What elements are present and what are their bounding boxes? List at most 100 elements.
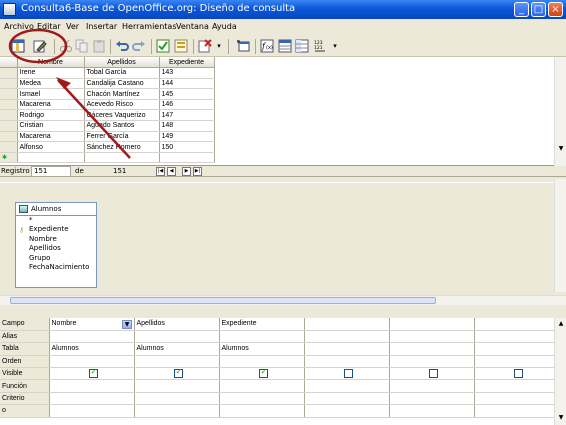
- copy-icon[interactable]: [75, 39, 89, 53]
- row-header[interactable]: [0, 131, 18, 143]
- table-cell[interactable]: 143: [159, 67, 215, 79]
- field-item[interactable]: ⚷ Expediente: [16, 225, 96, 234]
- criteria-cell[interactable]: [304, 392, 390, 406]
- criteria-cell[interactable]: [304, 318, 390, 331]
- table-name-icon[interactable]: [278, 39, 292, 53]
- table-cell[interactable]: Ferrer García: [84, 131, 160, 143]
- row-header[interactable]: [0, 120, 18, 132]
- criteria-cell[interactable]: [49, 404, 135, 418]
- column-header-expediente[interactable]: Expediente: [159, 57, 215, 69]
- criteria-cell[interactable]: Apellidos: [134, 318, 220, 331]
- criteria-cell[interactable]: [219, 355, 305, 369]
- criteria-cell[interactable]: [304, 342, 390, 356]
- criteria-cell[interactable]: [304, 379, 390, 393]
- criteria-vertical-scrollbar[interactable]: ▲ ▼: [554, 318, 566, 425]
- field-item[interactable]: Apellidos: [16, 244, 96, 253]
- toolbar-dropdown[interactable]: ▾: [215, 40, 223, 53]
- criteria-cell[interactable]: [134, 330, 220, 344]
- criteria-cell[interactable]: [134, 367, 220, 381]
- table-cell[interactable]: Irene: [17, 67, 85, 79]
- criteria-cell[interactable]: [49, 330, 135, 344]
- maximize-button[interactable]: □: [531, 2, 546, 17]
- criteria-cell[interactable]: [389, 367, 475, 381]
- criteria-cell[interactable]: [219, 404, 305, 418]
- scroll-up-button[interactable]: ▲: [556, 319, 566, 329]
- table-cell[interactable]: 146: [159, 99, 215, 111]
- table-row[interactable]: Rodrigo Cáceres Vaquerizo 147: [0, 109, 215, 122]
- campo-dropdown-button[interactable]: ▼: [122, 320, 132, 329]
- table-row[interactable]: Medea Candalija Castano 144: [0, 78, 215, 90]
- table-cell[interactable]: 150: [159, 141, 215, 153]
- field-item[interactable]: *: [16, 216, 96, 225]
- table-cell[interactable]: Acevedo Risco: [84, 99, 160, 111]
- table-cell[interactable]: Medea: [17, 78, 85, 90]
- table-cell[interactable]: 148: [159, 120, 215, 132]
- criteria-cell[interactable]: Alumnos: [49, 342, 135, 356]
- next-record-button[interactable]: ▶: [182, 167, 191, 176]
- table-cell[interactable]: Rodrigo: [17, 109, 85, 122]
- criteria-cell[interactable]: [474, 392, 560, 406]
- menu-ver[interactable]: Ver: [66, 22, 79, 31]
- distinct-values-icon[interactable]: 123121: [313, 39, 327, 53]
- close-button[interactable]: ×: [548, 2, 563, 17]
- table-cell[interactable]: Sánchez Romero: [84, 141, 160, 153]
- criteria-cell[interactable]: [474, 342, 560, 356]
- criteria-cell[interactable]: [389, 330, 475, 344]
- first-record-button[interactable]: |◀: [156, 167, 165, 176]
- table-cell[interactable]: Ismael: [17, 88, 85, 100]
- criteria-cell[interactable]: [389, 392, 475, 406]
- scroll-down-button[interactable]: ▼: [556, 144, 566, 154]
- table-cell[interactable]: Chacón Martínez: [84, 88, 160, 100]
- criteria-cell[interactable]: [474, 318, 560, 331]
- minimize-button[interactable]: _: [514, 2, 529, 17]
- grid-vertical-scrollbar[interactable]: ▼: [554, 57, 566, 166]
- table-cell[interactable]: 147: [159, 109, 215, 122]
- criteria-cell[interactable]: [474, 367, 560, 381]
- menu-insertar[interactable]: Insertar: [86, 22, 117, 31]
- table-row[interactable]: Ismael Chacón Martínez 145: [0, 88, 215, 100]
- criteria-cell[interactable]: Alumnos: [134, 342, 220, 356]
- table-cell[interactable]: Cáceres Vaquerizo: [84, 109, 160, 122]
- functions-icon[interactable]: f (x): [260, 39, 274, 53]
- criteria-cell[interactable]: [389, 404, 475, 418]
- criteria-cell[interactable]: [474, 379, 560, 393]
- table-cell[interactable]: Aguado Santos: [84, 120, 160, 132]
- redo-icon[interactable]: [132, 39, 146, 53]
- criteria-cell[interactable]: [389, 318, 475, 331]
- criteria-cell[interactable]: Expediente: [219, 318, 305, 331]
- criteria-cell[interactable]: [474, 330, 560, 344]
- last-record-button[interactable]: ▶|: [193, 167, 202, 176]
- paste-icon[interactable]: [92, 39, 106, 53]
- criteria-cell[interactable]: [389, 379, 475, 393]
- visible-checkbox[interactable]: [513, 369, 523, 379]
- toolbar-dropdown[interactable]: ▾: [331, 40, 339, 53]
- menu-editar[interactable]: Editar: [37, 22, 61, 31]
- column-header-apellidos[interactable]: Apellidos: [84, 57, 160, 69]
- criteria-cell[interactable]: [134, 379, 220, 393]
- criteria-cell[interactable]: [134, 404, 220, 418]
- table-cell[interactable]: Tobal García: [84, 67, 160, 79]
- previous-record-button[interactable]: ◀: [167, 167, 176, 176]
- table-cell[interactable]: [159, 152, 215, 164]
- field-item[interactable]: FechaNacimiento: [16, 263, 96, 272]
- table-cell[interactable]: Macarena: [17, 99, 85, 111]
- criteria-cell[interactable]: [49, 379, 135, 393]
- table-window-header[interactable]: Alumnos: [16, 203, 96, 216]
- row-header[interactable]: [0, 109, 18, 122]
- table-cell[interactable]: Alfonso: [17, 141, 85, 153]
- criteria-cell[interactable]: [304, 330, 390, 344]
- criteria-cell[interactable]: [389, 355, 475, 369]
- table-cell[interactable]: 145: [159, 88, 215, 100]
- table-row[interactable]: Macarena Acevedo Risco 146: [0, 99, 215, 111]
- visible-checkbox[interactable]: [258, 367, 268, 379]
- criteria-cell[interactable]: [134, 392, 220, 406]
- criteria-cell[interactable]: [49, 355, 135, 369]
- row-header[interactable]: [0, 88, 18, 100]
- table-row[interactable]: Irene Tobal García 143: [0, 67, 215, 79]
- add-tables-icon[interactable]: [237, 39, 251, 53]
- criteria-cell[interactable]: [134, 355, 220, 369]
- menu-herramientas[interactable]: Herramientas: [122, 22, 177, 31]
- new-record-icon[interactable]: ✱: [0, 152, 18, 164]
- record-number-field[interactable]: 151: [31, 166, 71, 177]
- criteria-cell[interactable]: [474, 404, 560, 418]
